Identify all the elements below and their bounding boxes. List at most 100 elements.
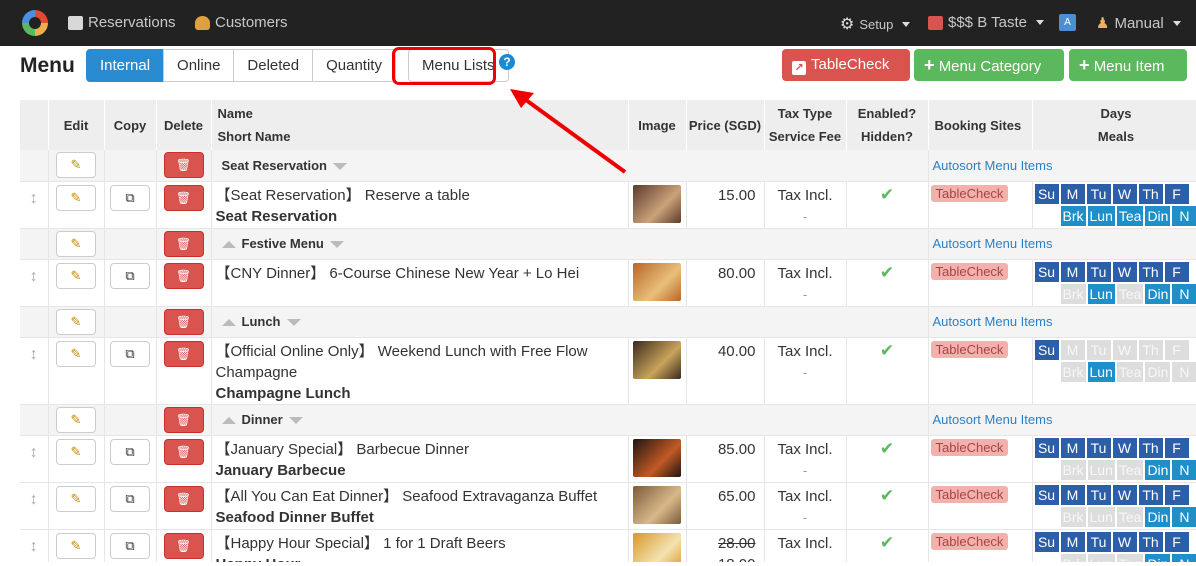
day-badge: W — [1112, 261, 1137, 282]
autosort-link[interactable]: Autosort Menu Items — [929, 236, 1053, 251]
autosort-link[interactable]: Autosort Menu Items — [929, 158, 1053, 173]
day-badge: Su — [1034, 261, 1059, 282]
day-badge: M — [1060, 261, 1085, 282]
user-dropdown[interactable]: ♟ Manual — [1096, 14, 1181, 32]
drag-handle-icon[interactable]: ↕ — [20, 268, 48, 286]
item-thumbnail[interactable] — [633, 262, 681, 301]
nav-customers[interactable]: Customers — [195, 14, 288, 31]
autosort-link[interactable]: Autosort Menu Items — [929, 314, 1053, 329]
copy-button[interactable]: ⧉ — [110, 438, 150, 465]
drag-handle-icon[interactable]: ↕ — [20, 491, 48, 509]
name-cell: 【Seat Reservation】 Reserve a table Seat R… — [211, 181, 629, 229]
edit-category-button[interactable]: ✎ — [56, 152, 96, 179]
move-down-icon[interactable] — [288, 417, 303, 425]
delete-button[interactable]: 🗑 — [163, 340, 204, 367]
delete-category-button[interactable]: 🗑 — [163, 230, 204, 257]
delete-button[interactable]: 🗑 — [163, 485, 204, 512]
trash-icon: 🗑 — [175, 190, 192, 205]
copy-icon: ⧉ — [125, 267, 135, 283]
tab-online[interactable]: Online — [163, 49, 235, 82]
tab-deleted[interactable]: Deleted — [233, 49, 314, 82]
delete-button[interactable]: 🗑 — [163, 262, 204, 289]
booking-site-badge: TableCheck — [930, 438, 1009, 456]
day-badge: Tu — [1086, 183, 1111, 204]
pencil-icon: ✎ — [70, 267, 82, 283]
meal-badge: N — [1172, 205, 1196, 226]
copy-button[interactable]: ⧉ — [110, 340, 150, 367]
edit-category-button[interactable]: ✎ — [56, 406, 96, 433]
setup-dropdown[interactable]: ⚙ Setup — [840, 14, 911, 34]
autosort-link[interactable]: Autosort Menu Items — [929, 412, 1053, 427]
move-up-icon[interactable] — [221, 241, 236, 249]
day-badge: M — [1060, 437, 1085, 458]
move-down-icon[interactable] — [329, 241, 344, 249]
edit-button[interactable]: ✎ — [56, 532, 96, 559]
days-row: Su M Tu W Th F — [1034, 437, 1196, 458]
edit-button[interactable]: ✎ — [56, 184, 96, 211]
drag-handle-icon[interactable]: ↕ — [20, 346, 48, 364]
days-row: Su M Tu W Th F — [1034, 339, 1196, 360]
day-badge: Tu — [1086, 484, 1111, 505]
edit-button[interactable]: ✎ — [56, 262, 96, 289]
drag-handle-icon[interactable]: ↕ — [20, 190, 48, 208]
category-name: Lunch — [212, 314, 301, 329]
delete-button[interactable]: 🗑 — [163, 438, 204, 465]
edit-button[interactable]: ✎ — [56, 438, 96, 465]
item-thumbnail[interactable] — [633, 438, 681, 477]
trash-icon: 🗑 — [175, 444, 192, 459]
meals-row: BrkLunTeaDinN — [1035, 361, 1196, 382]
move-down-icon[interactable] — [333, 162, 347, 170]
delete-cell: 🗑 — [156, 259, 212, 307]
move-down-icon[interactable] — [286, 319, 301, 327]
tab-quantity[interactable]: Quantity — [312, 49, 396, 82]
nav-reservations[interactable]: Reservations — [68, 14, 176, 31]
days-cell: SuMTuWThFBrkLunTeaDinN — [1032, 435, 1196, 483]
meal-badge: Din — [1145, 506, 1171, 527]
move-up-icon[interactable] — [221, 417, 236, 425]
chevron-down-icon — [1172, 20, 1181, 26]
drag-handle-icon[interactable]: ↕ — [20, 538, 48, 556]
copy-button[interactable]: ⧉ — [110, 262, 150, 289]
item-thumbnail[interactable] — [633, 184, 681, 223]
edit-button[interactable]: ✎ — [56, 485, 96, 512]
category-copy-cell — [104, 306, 157, 338]
delete-cell: 🗑 — [156, 337, 212, 405]
day-badge: Th — [1138, 183, 1163, 204]
meal-badge: Brk — [1060, 205, 1086, 226]
copy-button[interactable]: ⧉ — [110, 532, 150, 559]
col-tax: Tax Type Service Fee — [764, 100, 847, 150]
edit-button[interactable]: ✎ — [56, 340, 96, 367]
move-cell: ↕ — [20, 482, 49, 530]
restaurant-dropdown[interactable]: $$$ B Taste — [928, 14, 1044, 31]
col-tax-type-label: Tax Type — [777, 106, 833, 121]
item-thumbnail[interactable] — [633, 485, 681, 524]
help-icon[interactable]: ? — [499, 54, 515, 70]
item-thumbnail[interactable] — [633, 340, 681, 379]
tab-internal[interactable]: Internal — [86, 49, 165, 82]
language-button[interactable]: A — [1059, 14, 1076, 31]
add-menu-category-button[interactable]: + Menu Category — [914, 49, 1064, 81]
delete-category-button[interactable]: 🗑 — [163, 152, 204, 179]
category-name-cell: Dinner — [211, 404, 929, 436]
day-badge: F — [1164, 183, 1189, 204]
days-cell: SuMTuWThFBrkLunTeaDinN — [1032, 181, 1196, 229]
item-price: 15.00 — [717, 186, 756, 204]
item-thumbnail[interactable] — [633, 532, 681, 562]
delete-button[interactable]: 🗑 — [163, 532, 204, 559]
delete-button[interactable]: 🗑 — [163, 184, 204, 211]
edit-cell: ✎ — [48, 259, 105, 307]
delete-category-button[interactable]: 🗑 — [163, 308, 204, 335]
add-menu-item-button[interactable]: + Menu Item — [1069, 49, 1187, 81]
day-badge: W — [1112, 339, 1137, 360]
edit-category-button[interactable]: ✎ — [56, 230, 96, 257]
edit-category-button[interactable]: ✎ — [56, 308, 96, 335]
copy-button[interactable]: ⧉ — [110, 485, 150, 512]
app-logo[interactable] — [22, 10, 48, 36]
move-up-icon[interactable] — [221, 319, 236, 327]
copy-button[interactable]: ⧉ — [110, 184, 150, 211]
delete-category-button[interactable]: 🗑 — [163, 406, 204, 433]
price-cell: 65.00 — [686, 482, 765, 530]
drag-handle-icon[interactable]: ↕ — [20, 444, 48, 462]
tablecheck-button[interactable]: ↗ TableCheck — [782, 49, 910, 81]
category-label: Dinner — [241, 412, 283, 427]
